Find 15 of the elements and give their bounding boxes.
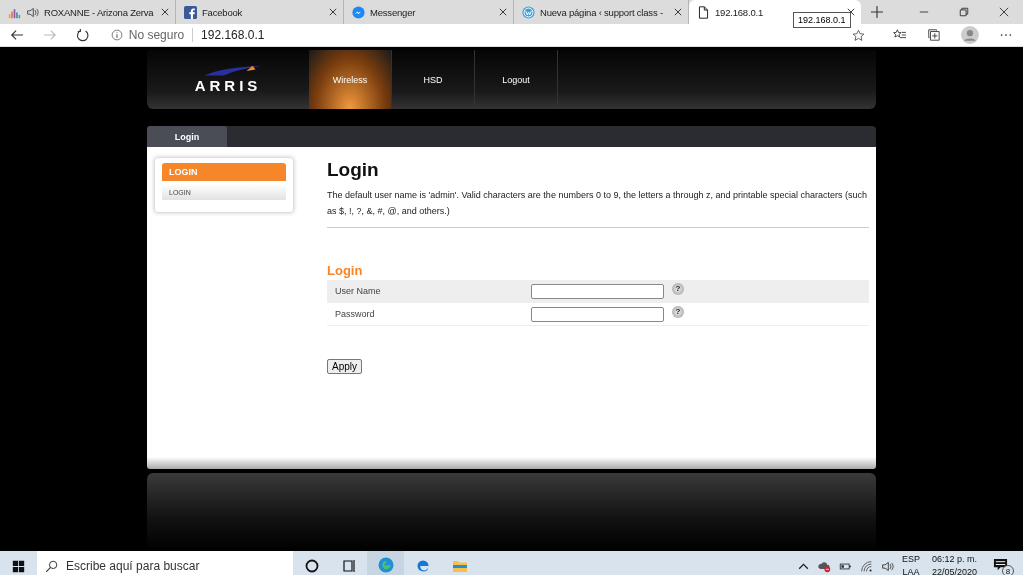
url-text: 192.168.0.1 — [201, 28, 265, 42]
field-label: User Name — [334, 286, 382, 296]
field-label: Password — [334, 309, 376, 319]
tab-title: Messenger — [370, 6, 417, 18]
form-heading: Login — [327, 263, 364, 278]
tooltip: 192.168.0.1 — [793, 12, 851, 28]
security-label: No seguro — [128, 28, 185, 42]
tab-title: 192.168.0.1 — [715, 6, 764, 18]
logo: ARRIS — [194, 77, 262, 94]
page-title: Login — [327, 159, 380, 181]
description-text: The default user name is 'admin'. Valid characters are the numbers 0 to 9, the letters a through z, and printable special characters (such as $, !, ?, &, #, @, and others.) — [327, 189, 869, 218]
notification-count: 8 — [1002, 565, 1014, 575]
tab-title: ROXANNE - Arizona Zerva — [44, 6, 155, 18]
tab-title: Nueva página ‹ support class - — [540, 6, 664, 18]
tab-title: Facebook — [202, 6, 244, 18]
